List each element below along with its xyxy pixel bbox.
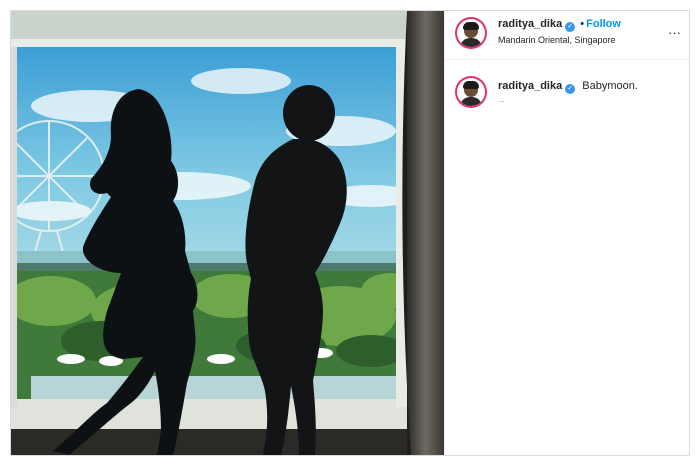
profile-avatar[interactable] xyxy=(457,19,485,47)
header-text: raditya_dika ✓ • Follow Mandarin Oriental,… xyxy=(498,18,621,45)
more-options-icon[interactable]: ··· xyxy=(668,25,681,40)
verified-badge-icon: ✓ xyxy=(565,22,576,32)
follow-button[interactable]: Follow xyxy=(586,18,621,30)
photo-scene xyxy=(11,11,444,455)
caption-avatar[interactable] xyxy=(457,78,485,106)
avatar-body-icon xyxy=(460,97,482,106)
avatar-hair-icon xyxy=(463,22,479,30)
caption-row: raditya_dika ✓ Babymoon. xyxy=(498,80,638,94)
verified-badge-icon: ✓ xyxy=(565,84,576,94)
avatar-hair-icon xyxy=(463,81,479,89)
instagram-post: raditya_dika ✓ • Follow Mandarin Oriental,… xyxy=(10,10,690,456)
post-photo[interactable] xyxy=(11,11,444,455)
caption-username-link[interactable]: raditya_dika xyxy=(498,80,562,92)
caption-meta: ... xyxy=(498,95,505,104)
username-link[interactable]: raditya_dika xyxy=(498,18,562,30)
separator-dot: • xyxy=(580,18,585,30)
avatar-body-icon xyxy=(460,38,482,47)
post-sidebar: raditya_dika ✓ • Follow Mandarin Oriental,… xyxy=(444,11,689,455)
location-link[interactable]: Mandarin Oriental, Singapore xyxy=(498,35,621,45)
caption-text: Babymoon. xyxy=(582,80,638,92)
post-header: raditya_dika ✓ • Follow Mandarin Oriental,… xyxy=(445,11,689,60)
